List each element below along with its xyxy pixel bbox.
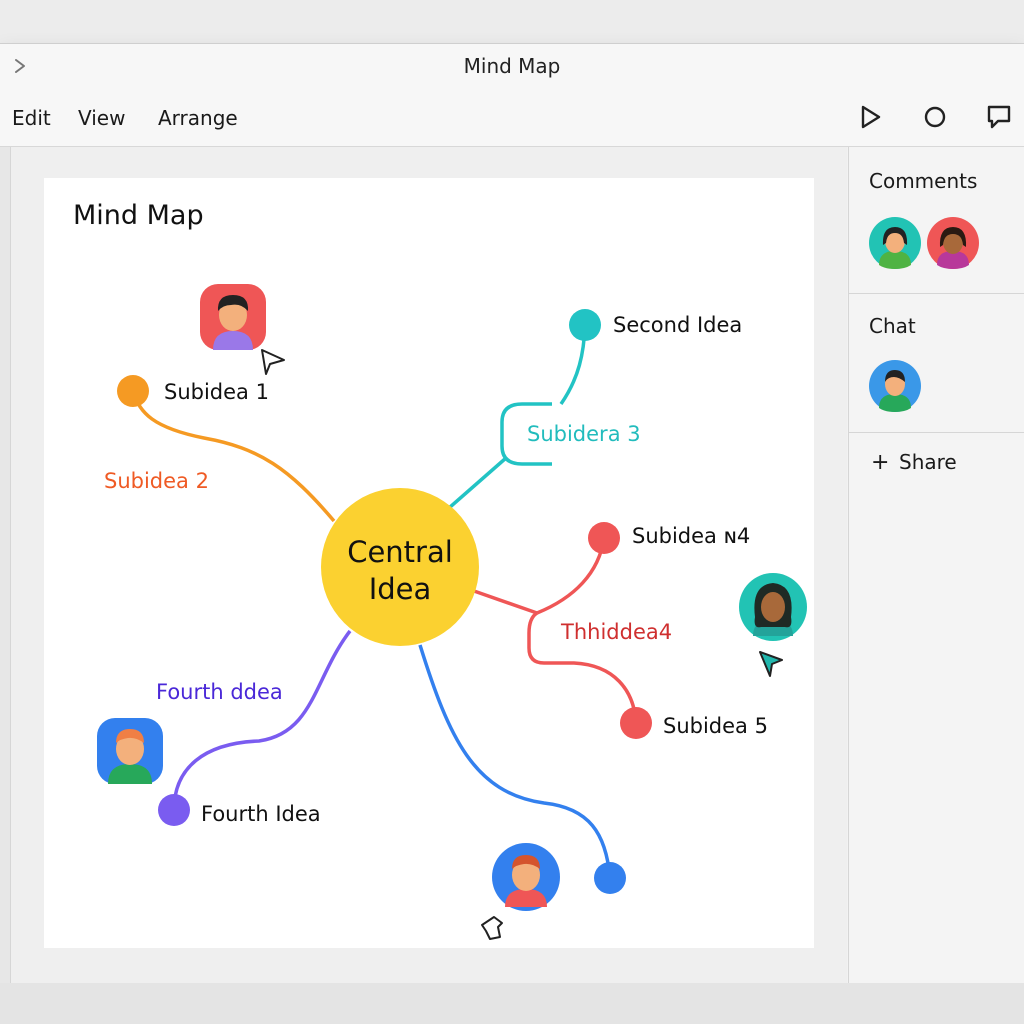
menu-edit[interactable]: Edit — [12, 106, 51, 130]
label-thhiddea4[interactable]: Thhiddea4 — [560, 620, 672, 644]
desktop-bottom-strip — [0, 983, 1024, 1024]
mind-map-canvas[interactable]: Mind Map Central Idea Subidea 1 Subidea … — [44, 178, 814, 948]
share-label: Share — [899, 450, 957, 474]
comment-avatar-1[interactable] — [869, 217, 921, 269]
menu-bar: Edit View Arrange — [0, 90, 1024, 147]
right-sidebar: Comments Chat + Share — [848, 147, 1024, 983]
branch-line-orange — [131, 390, 336, 523]
branch-line-teal — [447, 456, 508, 510]
cursor-pointer-teal-icon — [759, 651, 783, 677]
chat-avatar[interactable] — [869, 360, 921, 412]
avatar-collaborator-4[interactable] — [492, 843, 560, 911]
plus-icon: + — [871, 450, 890, 475]
node-dot-subidea4[interactable] — [588, 522, 620, 554]
menu-arrange[interactable]: Arrange — [158, 106, 238, 130]
circle-icon[interactable] — [920, 102, 950, 132]
cursor-arrow-icon — [261, 349, 285, 375]
menu-view[interactable]: View — [78, 106, 125, 130]
title-bar: Mind Map — [0, 44, 1024, 90]
comments-section: Comments — [849, 147, 1024, 294]
canvas-area: Mind Map Central Idea Subidea 1 Subidea … — [11, 147, 847, 983]
app-window: Mind Map Edit View Arrange Mind Map Cent… — [0, 43, 1024, 984]
desktop-top-strip — [0, 0, 1024, 44]
share-button[interactable]: + Share — [871, 450, 957, 475]
node-dot-subidea5[interactable] — [620, 707, 652, 739]
label-fourth-idea[interactable]: Fourth Idea — [201, 802, 321, 826]
branch-line-purple — [172, 629, 352, 811]
comments-title: Comments — [869, 169, 978, 193]
mind-map-diagram: Central Idea Subidea 1 Subidea 2 Second … — [97, 284, 807, 940]
window-title: Mind Map — [463, 54, 561, 78]
chat-section: Chat — [849, 294, 1024, 433]
label-subidea5[interactable]: Subidea 5 — [663, 714, 768, 738]
avatar-collaborator-1[interactable] — [200, 284, 266, 350]
label-subidera3[interactable]: Subidera 3 — [527, 422, 641, 446]
cursor-hand-icon — [481, 916, 503, 940]
branch-line-red — [473, 589, 538, 615]
central-idea-line2: Idea — [369, 572, 432, 606]
label-subidea4[interactable]: Subidea ɴ4 — [632, 524, 750, 548]
node-dot-fourth-idea[interactable] — [158, 794, 190, 826]
branch-line-blue — [418, 644, 612, 879]
chat-title: Chat — [869, 314, 916, 338]
play-icon[interactable] — [855, 102, 885, 132]
comment-avatar-2[interactable] — [927, 217, 979, 269]
left-gutter — [0, 147, 11, 983]
node-dot-second-idea[interactable] — [569, 309, 601, 341]
label-subidea1[interactable]: Subidea 1 — [164, 380, 269, 404]
label-second-idea[interactable]: Second Idea — [613, 313, 742, 337]
node-dot-subidea1[interactable] — [117, 375, 149, 407]
central-idea-line1: Central — [347, 535, 453, 569]
comment-icon[interactable] — [984, 102, 1014, 132]
label-fourth-ddea[interactable]: Fourth ddea — [156, 680, 283, 704]
avatar-collaborator-2[interactable] — [739, 573, 807, 641]
node-dot-blue[interactable] — [594, 862, 626, 894]
label-subidea2[interactable]: Subidea 2 — [104, 469, 209, 493]
avatar-collaborator-3[interactable] — [97, 718, 163, 784]
